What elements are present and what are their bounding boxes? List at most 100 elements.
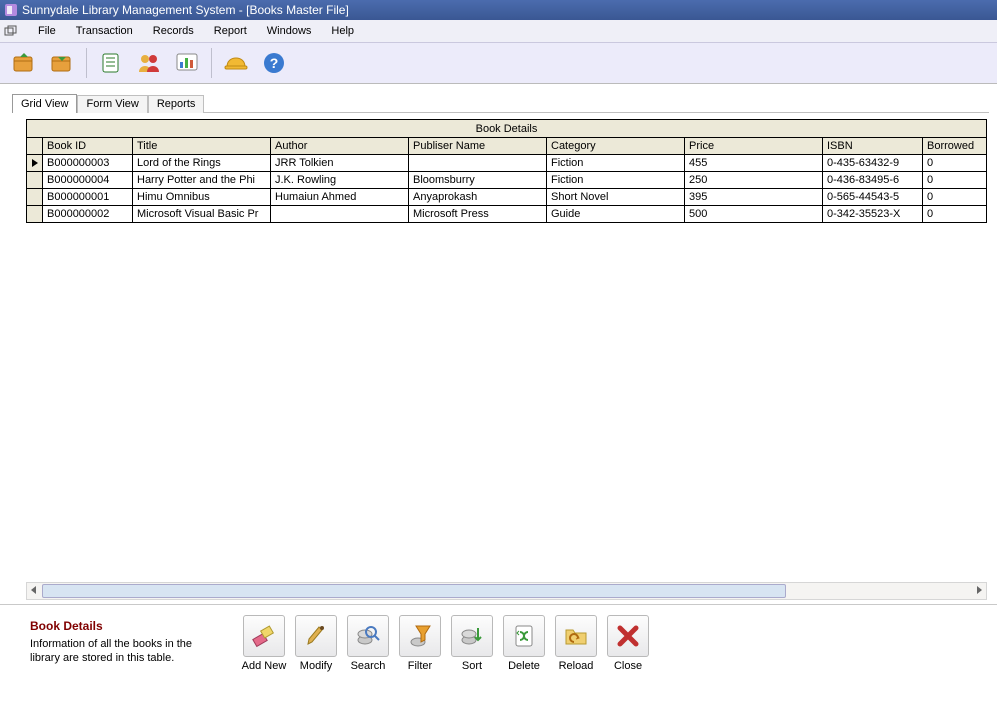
close-button[interactable]: Close <box>604 615 652 672</box>
x-icon <box>607 615 649 657</box>
cell[interactable]: Microsoft Visual Basic Pr <box>133 206 271 223</box>
grid-title: Book Details <box>26 119 987 137</box>
button-label: Search <box>351 660 386 672</box>
cell[interactable]: Guide <box>547 206 685 223</box>
content-area: Grid View Form View Reports Book Details <box>0 84 997 600</box>
col-publisher[interactable]: Publiser Name <box>409 138 547 155</box>
row-selector[interactable] <box>27 206 43 223</box>
people-icon[interactable] <box>131 46 167 80</box>
cell[interactable]: B000000004 <box>43 172 133 189</box>
sort-icon <box>451 615 493 657</box>
cell[interactable]: J.K. Rowling <box>271 172 409 189</box>
cell[interactable]: 0 <box>923 172 987 189</box>
filter-button[interactable]: Filter <box>396 615 444 672</box>
cell[interactable]: 395 <box>685 189 823 206</box>
table-row[interactable]: B000000004 Harry Potter and the Phi J.K.… <box>27 172 987 189</box>
box-in-icon[interactable] <box>44 46 80 80</box>
menu-windows[interactable]: Windows <box>257 23 322 39</box>
table-row[interactable]: B000000003 Lord of the Rings JRR Tolkien… <box>27 155 987 172</box>
cell[interactable]: 455 <box>685 155 823 172</box>
menu-file[interactable]: File <box>28 23 66 39</box>
cell[interactable]: Fiction <box>547 172 685 189</box>
scroll-thumb[interactable] <box>42 584 786 598</box>
cell[interactable] <box>409 155 547 172</box>
magnifier-icon <box>347 615 389 657</box>
col-isbn[interactable]: ISBN <box>823 138 923 155</box>
button-label: Filter <box>408 660 432 672</box>
col-title[interactable]: Title <box>133 138 271 155</box>
cell[interactable]: Microsoft Press <box>409 206 547 223</box>
cell[interactable]: 0-435-63432-9 <box>823 155 923 172</box>
recycle-icon <box>503 615 545 657</box>
tabstrip: Grid View Form View Reports <box>12 92 989 112</box>
cell[interactable]: 0-565-44543-5 <box>823 189 923 206</box>
chart-icon[interactable] <box>169 46 205 80</box>
col-book-id[interactable]: Book ID <box>43 138 133 155</box>
titlebar: Sunnydale Library Management System - [B… <box>0 0 997 20</box>
cell[interactable]: B000000002 <box>43 206 133 223</box>
cell[interactable]: Himu Omnibus <box>133 189 271 206</box>
cell[interactable]: Fiction <box>547 155 685 172</box>
button-label: Delete <box>508 660 540 672</box>
table-row[interactable]: B000000002 Microsoft Visual Basic Pr Mic… <box>27 206 987 223</box>
row-selector-current[interactable] <box>27 155 43 172</box>
footer: Book Details Information of all the book… <box>0 604 997 710</box>
col-category[interactable]: Category <box>547 138 685 155</box>
grid-h-scrollbar[interactable] <box>26 582 987 600</box>
cell[interactable]: 0 <box>923 189 987 206</box>
cell[interactable]: 0 <box>923 155 987 172</box>
folder-reload-icon <box>555 615 597 657</box>
toolbar-separator <box>211 48 212 78</box>
col-author[interactable]: Author <box>271 138 409 155</box>
box-out-icon[interactable] <box>6 46 42 80</box>
scroll-left-arrow[interactable] <box>27 583 41 597</box>
menu-report[interactable]: Report <box>204 23 257 39</box>
cell[interactable]: B000000003 <box>43 155 133 172</box>
cell[interactable]: 0-342-35523-X <box>823 206 923 223</box>
cell[interactable] <box>271 206 409 223</box>
hardhat-icon[interactable] <box>218 46 254 80</box>
tab-reports[interactable]: Reports <box>148 95 205 113</box>
menu-help[interactable]: Help <box>321 23 364 39</box>
mdi-restore-icon[interactable] <box>4 25 22 37</box>
cell[interactable]: 0 <box>923 206 987 223</box>
modify-button[interactable]: Modify <box>292 615 340 672</box>
add-new-button[interactable]: Add New <box>240 615 288 672</box>
menubar: File Transaction Records Report Windows … <box>0 20 997 43</box>
row-selector[interactable] <box>27 189 43 206</box>
sort-button[interactable]: Sort <box>448 615 496 672</box>
scroll-right-arrow[interactable] <box>972 583 986 597</box>
menu-transaction[interactable]: Transaction <box>66 23 143 39</box>
books-grid[interactable]: Book ID Title Author Publiser Name Categ… <box>26 137 987 223</box>
eraser-icon <box>243 615 285 657</box>
cell[interactable]: 0-436-83495-6 <box>823 172 923 189</box>
col-price[interactable]: Price <box>685 138 823 155</box>
table-row[interactable]: B000000001 Himu Omnibus Humaiun Ahmed An… <box>27 189 987 206</box>
help-icon[interactable]: ? <box>256 46 292 80</box>
cell[interactable]: Harry Potter and the Phi <box>133 172 271 189</box>
cell[interactable]: B000000001 <box>43 189 133 206</box>
cell[interactable]: Humaiun Ahmed <box>271 189 409 206</box>
cell[interactable]: 500 <box>685 206 823 223</box>
tab-grid-view[interactable]: Grid View <box>12 94 77 113</box>
cell[interactable]: JRR Tolkien <box>271 155 409 172</box>
reload-button[interactable]: Reload <box>552 615 600 672</box>
footer-description: Information of all the books in the libr… <box>30 637 220 666</box>
tab-form-view[interactable]: Form View <box>77 95 147 113</box>
cell[interactable]: Bloomsburry <box>409 172 547 189</box>
button-label: Add New <box>242 660 287 672</box>
notebook-icon[interactable] <box>93 46 129 80</box>
row-selector[interactable] <box>27 172 43 189</box>
footer-heading: Book Details <box>30 619 220 635</box>
button-label: Modify <box>300 660 332 672</box>
cell[interactable]: Lord of the Rings <box>133 155 271 172</box>
cell[interactable]: 250 <box>685 172 823 189</box>
cell[interactable]: Short Novel <box>547 189 685 206</box>
search-button[interactable]: Search <box>344 615 392 672</box>
col-borrowed[interactable]: Borrowed <box>923 138 987 155</box>
footer-buttons: Add New Modify Search Filter Sort <box>240 615 652 672</box>
delete-button[interactable]: Delete <box>500 615 548 672</box>
app-icon <box>4 3 18 17</box>
cell[interactable]: Anyaprokash <box>409 189 547 206</box>
menu-records[interactable]: Records <box>143 23 204 39</box>
